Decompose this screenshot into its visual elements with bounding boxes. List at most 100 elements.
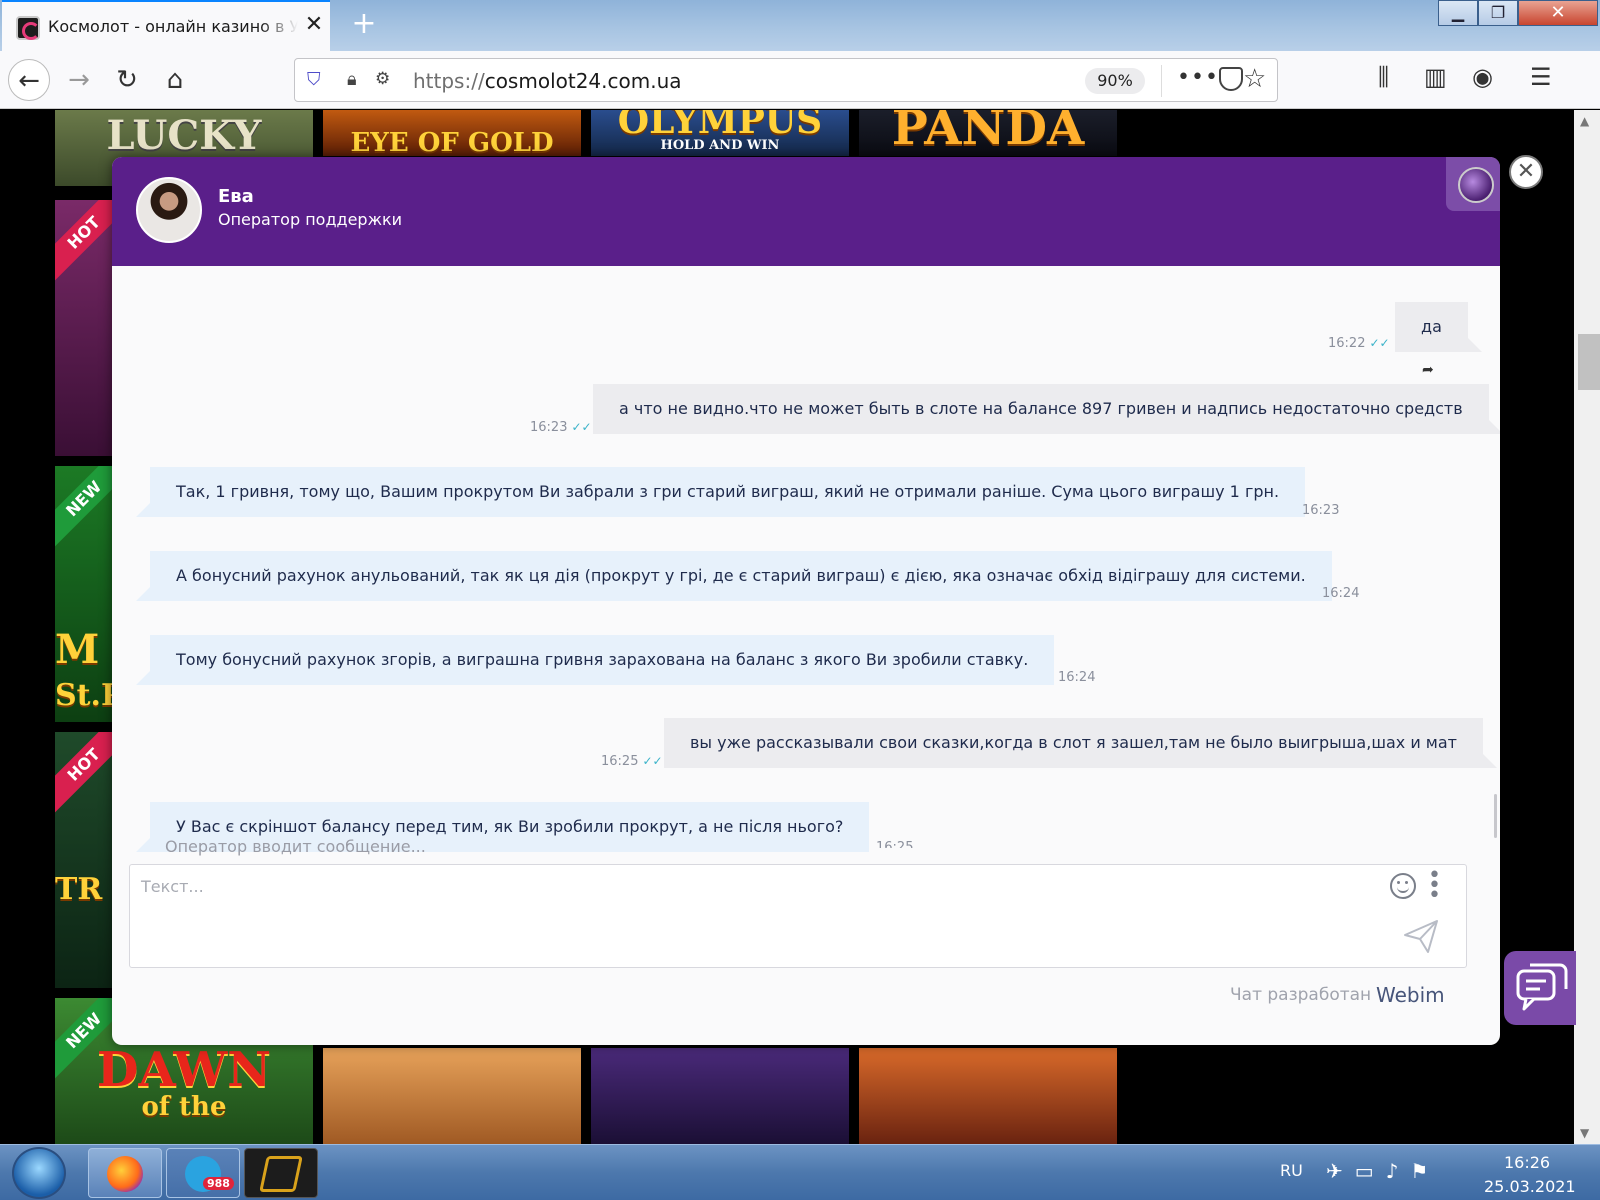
game-title: EYE OF GOLD: [350, 128, 554, 156]
forward-icon[interactable]: ➦: [1422, 362, 1434, 378]
game-tile-elephant[interactable]: [323, 1048, 581, 1144]
game-tile-panda[interactable]: PANDA: [859, 110, 1117, 156]
game-title: PANDA: [891, 110, 1085, 156]
incoming-message: А бонусний рахунок анульований, так як ц…: [136, 551, 1332, 601]
url-divider: [1161, 65, 1162, 97]
game-tile-olympus[interactable]: OLYMPUS HOLD AND WIN: [591, 110, 849, 156]
chat-bubbles-icon: [1516, 963, 1568, 1011]
bookmark-star-icon[interactable]: ☆: [1243, 64, 1266, 94]
library-icon[interactable]: ⫼: [1378, 63, 1389, 91]
zoom-level[interactable]: 90%: [1085, 68, 1145, 94]
emoji-icon[interactable]: [1390, 873, 1416, 899]
message-text: У Вас є скріншот балансу перед тим, як В…: [176, 817, 844, 836]
app-icon: [259, 1156, 303, 1192]
operator-avatar: [136, 177, 202, 243]
window-controls: ▁ ❐ ✕: [1438, 0, 1598, 28]
message-text: вы уже рассказывали свои сказки,когда в …: [690, 733, 1457, 752]
start-button[interactable]: [12, 1147, 66, 1199]
site-favicon-icon: [16, 16, 40, 40]
url-host: cosmolot24.com.ua: [484, 69, 682, 93]
operator-name: Ева: [218, 186, 254, 207]
read-check-icon: ✓✓: [642, 754, 663, 768]
message-text: А бонусний рахунок анульований, так як ц…: [176, 566, 1306, 585]
page-actions-icon[interactable]: •••: [1177, 65, 1219, 90]
message-time: 16:24: [1322, 586, 1360, 601]
firefox-taskbar-button[interactable]: [88, 1148, 162, 1198]
window-close-button[interactable]: ✕: [1518, 0, 1598, 26]
clock-date[interactable]: 25.03.2021: [1484, 1177, 1576, 1196]
account-icon[interactable]: ◉: [1472, 63, 1493, 91]
game-tile-left-2[interactable]: NEW M St.Pa: [55, 466, 115, 722]
typing-indicator: Оператор вводит сообщение...: [165, 837, 426, 856]
url-bar[interactable]: ⛉ 🔒︎ ⚙ https://cosmolot24.com.ua 90% •••…: [294, 58, 1278, 102]
new-badge: NEW: [55, 466, 115, 548]
browser-tab[interactable]: Космолот - онлайн казино в Украине ✕: [2, 0, 330, 51]
home-button[interactable]: ⌂: [154, 59, 196, 101]
tab-close-icon[interactable]: ✕: [302, 13, 326, 37]
message-time: 16:25 ✓✓: [601, 754, 663, 769]
more-options-icon[interactable]: • • •: [1428, 865, 1441, 907]
new-tab-button[interactable]: +: [348, 8, 380, 40]
webim-logo[interactable]: Webim: [1376, 983, 1445, 1007]
game-tile-eye-of-gold[interactable]: EYE OF GOLD: [323, 110, 581, 156]
hot-badge: HOT: [55, 732, 115, 814]
tab-title: Космолот - онлайн казино в Украине: [48, 17, 298, 36]
support-chat-window: Ева Оператор поддержки да 16:22 ✓✓ ➦ а чт…: [112, 157, 1500, 1045]
message-input[interactable]: Текст... • • •: [129, 864, 1467, 968]
pocket-icon[interactable]: [1219, 67, 1243, 91]
reload-button[interactable]: ↻: [106, 59, 148, 101]
maximize-button[interactable]: ❐: [1478, 0, 1518, 26]
system-tray-icons[interactable]: ✈▭♪⚑: [1326, 1159, 1440, 1183]
game-tile-left-1[interactable]: HOT: [55, 200, 115, 456]
message-time: 16:24: [1058, 670, 1096, 685]
game-title-fragment: St.Pa: [55, 678, 115, 713]
send-icon[interactable]: [1402, 917, 1440, 955]
sidebar-icon[interactable]: ▥: [1424, 63, 1447, 91]
outgoing-message: вы уже рассказывали свои сказки,когда в …: [664, 718, 1497, 768]
tracking-shield-icon[interactable]: ⛉: [307, 69, 327, 91]
chat-close-button[interactable]: ✕: [1509, 155, 1543, 189]
minimize-button[interactable]: ▁: [1438, 0, 1478, 26]
message-placeholder: Текст...: [141, 877, 204, 896]
forward-button[interactable]: →: [58, 59, 100, 101]
game-tile-left-3[interactable]: HOT TR: [55, 732, 115, 988]
back-button[interactable]: ←: [8, 59, 50, 101]
scroll-up-icon[interactable]: ▲: [1580, 114, 1589, 128]
game-tile-eagle[interactable]: [859, 1048, 1117, 1144]
chat-scrollbar[interactable]: [1494, 794, 1497, 838]
app-taskbar-button[interactable]: [244, 1148, 318, 1198]
message-text: а что не видно.что не может быть в слоте…: [619, 399, 1463, 418]
outgoing-message: да: [1395, 302, 1482, 352]
game-title: LUCKY: [106, 112, 262, 159]
game-title-fragment: M: [55, 626, 100, 673]
game-subtitle: HOLD AND WIN: [660, 138, 780, 153]
outgoing-message: а что не видно.что не может быть в слоте…: [593, 384, 1500, 434]
time-text: 16:23: [530, 420, 568, 435]
clock-time[interactable]: 16:26: [1504, 1153, 1550, 1172]
incoming-message: Так, 1 гривня, тому що, Вашим прокрутом …: [135, 467, 1306, 517]
time-text: 16:25: [601, 754, 639, 769]
game-subtitle: of the: [141, 1092, 227, 1122]
chat-header: Ева Оператор поддержки: [112, 157, 1500, 266]
hot-badge: HOT: [55, 200, 115, 282]
lock-icon[interactable]: 🔒︎: [347, 69, 357, 90]
powered-by-text: Чат разработан: [1230, 985, 1372, 1005]
url-text[interactable]: https://cosmolot24.com.ua: [413, 69, 682, 93]
read-check-icon: ✓✓: [1369, 336, 1390, 350]
scroll-down-icon[interactable]: ▼: [1580, 1126, 1589, 1140]
browser-tab-bar: Космолот - онлайн казино в Украине ✕ + ▁…: [0, 0, 1600, 51]
message-time: 16:23 ✓✓: [530, 420, 592, 435]
chat-launcher-button[interactable]: [1504, 951, 1576, 1025]
message-time: 16:25: [876, 840, 914, 848]
browser-nav-bar: ← → ↻ ⌂ ⛉ 🔒︎ ⚙ https://cosmolot24.com.ua…: [0, 51, 1600, 109]
game-title: DAWN: [96, 1042, 272, 1098]
message-text: да: [1421, 317, 1442, 336]
permissions-icon[interactable]: ⚙: [375, 69, 390, 89]
menu-icon[interactable]: ☰: [1530, 63, 1552, 91]
telegram-taskbar-button[interactable]: 988: [166, 1148, 240, 1198]
page-scrollbar[interactable]: ▲ ▼: [1574, 110, 1600, 1144]
bot-avatar-icon[interactable]: [1446, 157, 1500, 211]
game-tile-panther[interactable]: [591, 1048, 849, 1144]
language-indicator[interactable]: RU: [1280, 1161, 1303, 1180]
scroll-thumb[interactable]: [1578, 334, 1600, 390]
